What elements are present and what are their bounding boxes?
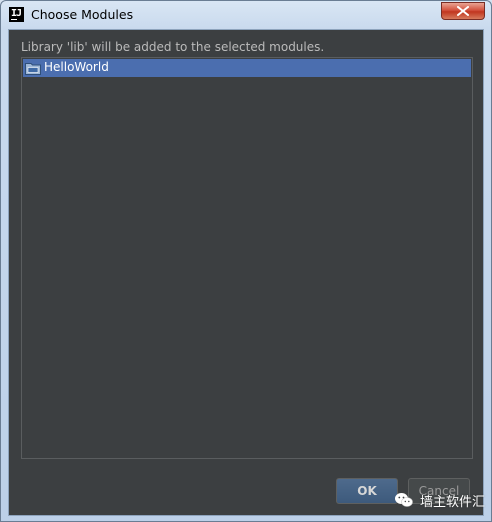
close-icon <box>457 6 469 16</box>
choose-modules-dialog: IJ Choose Modules Library 'lib' will be … <box>0 0 492 522</box>
intellij-app-icon: IJ <box>9 7 24 22</box>
modules-list[interactable]: HelloWorld <box>21 57 473 459</box>
window-title: Choose Modules <box>31 7 134 22</box>
dialog-description: Library 'lib' will be added to the selec… <box>21 40 325 54</box>
close-button[interactable] <box>441 2 485 20</box>
list-item-helloworld[interactable]: HelloWorld <box>23 59 471 77</box>
ok-button[interactable]: OK <box>336 478 398 504</box>
watermark: 墙主软件汇 <box>394 487 485 513</box>
watermark-text: 墙主软件汇 <box>420 494 486 510</box>
title-bar[interactable]: IJ Choose Modules <box>1 1 491 29</box>
dialog-content: Library 'lib' will be added to the selec… <box>8 29 484 516</box>
wechat-icon <box>395 493 413 507</box>
list-item-label: HelloWorld <box>44 60 109 74</box>
module-folder-icon <box>25 63 41 75</box>
